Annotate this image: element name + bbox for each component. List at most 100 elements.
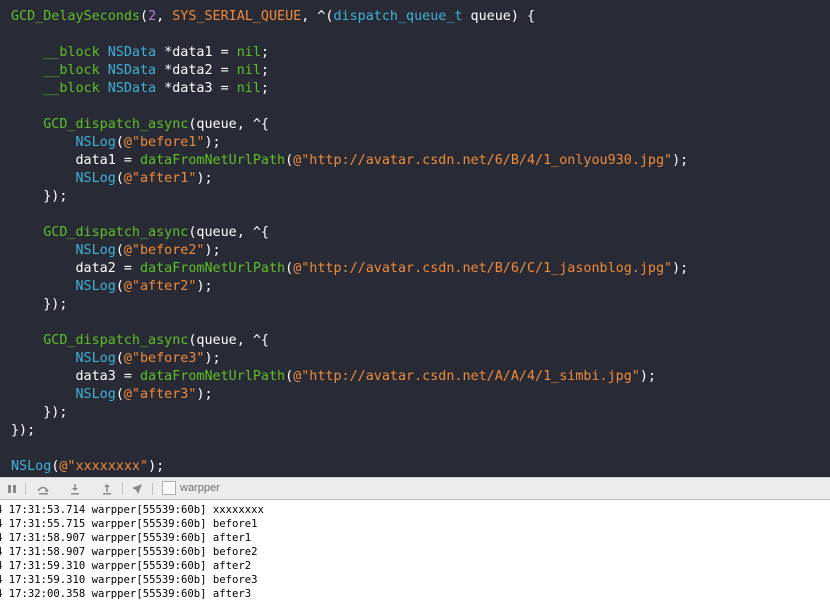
code-token: @"before1" <box>123 135 205 150</box>
code-token: *data1 = <box>156 45 237 60</box>
code-token: @"after2" <box>123 279 197 294</box>
code-token: }); <box>11 423 36 438</box>
code-token: ); <box>639 369 656 384</box>
code-token: nil <box>236 81 261 96</box>
code-token: (queue, ^{ <box>188 117 269 132</box>
toolbar-divider <box>122 483 123 495</box>
code-token: NSData <box>107 45 157 60</box>
frame-label[interactable]: warpper <box>180 482 220 494</box>
code-token: ( <box>285 153 294 168</box>
frame-file-icon[interactable] <box>162 481 176 495</box>
code-line: GCD_dispatch_async(queue, ^{ <box>11 332 269 350</box>
code-line: __block NSData *data3 = nil; <box>11 80 269 98</box>
code-token: __block <box>43 81 100 96</box>
code-token: GCD_dispatch_async <box>43 225 189 240</box>
debug-toolbar: warpper <box>0 477 830 500</box>
console-line: 4 17:31:59.310 warpper[55539:60b] after2 <box>0 560 252 572</box>
code-token: @"xxxxxxxx" <box>59 459 149 474</box>
toolbar-divider <box>25 483 26 495</box>
code-token: 2 <box>148 9 157 24</box>
code-token: ); <box>196 171 213 186</box>
code-line: NSLog(@"xxxxxxxx"); <box>11 458 164 476</box>
code-line: GCD_DelaySeconds(2, SYS_SERIAL_QUEUE, ^(… <box>11 8 535 26</box>
code-token: ( <box>140 9 149 24</box>
code-token: ; <box>260 45 269 60</box>
code-token: NSLog <box>75 171 116 186</box>
code-token: }); <box>11 297 68 312</box>
code-line: NSLog(@"after2"); <box>11 278 213 296</box>
code-token: dataFromNetUrlPath <box>140 153 286 168</box>
code-token: @"http://avatar.csdn.net/B/6/C/1_jasonbl… <box>293 261 673 276</box>
code-token: NSData <box>107 63 157 78</box>
code-token: GCD_DelaySeconds <box>11 9 140 24</box>
code-token: NSLog <box>75 243 116 258</box>
location-arrow-icon[interactable] <box>129 481 145 497</box>
code-token: dataFromNetUrlPath <box>140 261 286 276</box>
console-output[interactable]: 4 17:31:53.714 warpper[55539:60b] xxxxxx… <box>0 500 830 605</box>
code-token: data1 = <box>11 153 140 168</box>
code-token: nil <box>236 45 261 60</box>
code-token: *data3 = <box>156 81 237 96</box>
console-line: 4 17:31:55.715 warpper[55539:60b] before… <box>0 518 258 530</box>
code-token: __block <box>43 45 100 60</box>
code-token: @"http://avatar.csdn.net/A/A/4/1_simbi.j… <box>293 369 640 384</box>
code-token: ); <box>196 387 213 402</box>
code-token: NSData <box>107 81 157 96</box>
code-token: ( <box>115 243 124 258</box>
code-token: __block <box>43 63 100 78</box>
code-token: ); <box>204 243 221 258</box>
console-line: 4 17:31:59.310 warpper[55539:60b] before… <box>0 574 258 586</box>
code-token: ( <box>285 369 294 384</box>
code-token: (queue, ^{ <box>188 333 269 348</box>
code-line: GCD_dispatch_async(queue, ^{ <box>11 224 269 242</box>
code-token: @"after3" <box>123 387 197 402</box>
code-token: ; <box>260 63 269 78</box>
code-line: NSLog(@"before3"); <box>11 350 221 368</box>
code-line: NSLog(@"after3"); <box>11 386 213 404</box>
step-into-icon[interactable] <box>67 481 83 497</box>
code-token: GCD_dispatch_async <box>43 333 189 348</box>
pause-icon[interactable] <box>4 481 20 497</box>
code-token: *data2 = <box>156 63 237 78</box>
code-token: data2 = <box>11 261 140 276</box>
code-token: ); <box>672 261 689 276</box>
code-line: }); <box>11 188 67 206</box>
code-editor[interactable]: GCD_DelaySeconds(2, SYS_SERIAL_QUEUE, ^(… <box>0 0 830 477</box>
code-token: ( <box>285 261 294 276</box>
toolbar-divider <box>152 483 153 495</box>
code-token: nil <box>236 63 261 78</box>
code-token: NSLog <box>75 351 116 366</box>
step-over-icon[interactable] <box>35 481 51 497</box>
code-token: NSLog <box>75 279 116 294</box>
code-line: NSLog(@"before1"); <box>11 134 221 152</box>
code-token: NSLog <box>11 459 52 474</box>
code-token: NSLog <box>75 135 116 150</box>
step-out-icon[interactable] <box>99 481 115 497</box>
console-line: 4 17:31:53.714 warpper[55539:60b] xxxxxx… <box>0 504 264 516</box>
code-token: , ^( <box>301 9 334 24</box>
code-line: }); <box>11 404 67 422</box>
code-token: ( <box>115 351 124 366</box>
code-line: GCD_dispatch_async(queue, ^{ <box>11 116 269 134</box>
code-token: ); <box>204 351 221 366</box>
code-token: ); <box>148 459 165 474</box>
code-token: @"http://avatar.csdn.net/6/B/4/1_onlyou9… <box>293 153 673 168</box>
code-line: data1 = dataFromNetUrlPath(@"http://avat… <box>11 152 688 170</box>
code-line: }); <box>11 422 35 440</box>
code-token: , <box>156 9 173 24</box>
code-token: data3 = <box>11 369 140 384</box>
code-line: }); <box>11 296 67 314</box>
code-token: ( <box>115 135 124 150</box>
code-line: NSLog(@"before2"); <box>11 242 221 260</box>
code-token: @"before2" <box>123 243 205 258</box>
